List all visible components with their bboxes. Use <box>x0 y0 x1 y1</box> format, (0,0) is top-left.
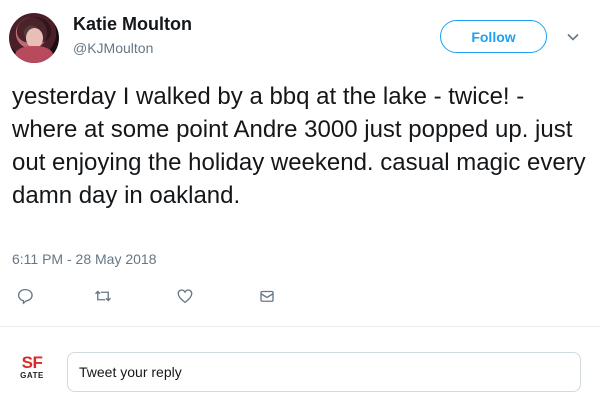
direct-message-button[interactable] <box>255 284 279 308</box>
avatar-shirt <box>15 46 53 63</box>
avatar-face <box>26 28 43 48</box>
reply-button[interactable] <box>13 284 37 308</box>
chevron-down-icon[interactable] <box>566 30 580 44</box>
avatar[interactable] <box>9 13 59 63</box>
follow-button[interactable]: Follow <box>440 20 547 53</box>
sfgate-logo: SF GATE <box>15 353 49 385</box>
logo-gate-text: GATE <box>20 371 44 380</box>
reply-input[interactable] <box>67 352 581 392</box>
divider <box>0 326 600 327</box>
retweet-icon <box>95 290 111 302</box>
author-handle[interactable]: @KJMoulton <box>73 40 153 56</box>
heart-icon <box>177 289 193 304</box>
like-button[interactable] <box>173 284 197 308</box>
tweet-text: yesterday I walked by a bbq at the lake … <box>12 83 586 209</box>
logo-sf-text: SF <box>21 353 43 372</box>
author-name[interactable]: Katie Moulton <box>73 14 192 35</box>
reply-icon <box>17 288 33 305</box>
retweet-button[interactable] <box>91 284 115 308</box>
envelope-icon <box>260 290 274 302</box>
tweet-timestamp[interactable]: 6:11 PM - 28 May 2018 <box>12 251 156 267</box>
